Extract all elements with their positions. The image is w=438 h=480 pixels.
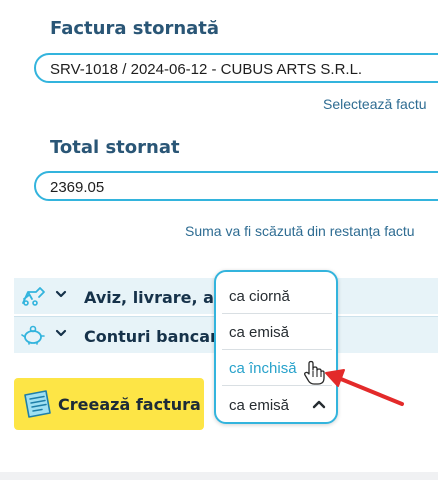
status-dropdown-menu[interactable]: ca ciornă ca emisă ca închisă ca emisă [214, 270, 338, 424]
invoice-section-title: Factura stornată [50, 18, 220, 39]
invoice-icon [24, 390, 51, 418]
invoice-hint: Selectează factu [323, 96, 427, 112]
create-invoice-label: Creează factura [58, 395, 201, 414]
invoice-select-value: SRV-1018 / 2024-06-12 - CUBUS ARTS S.R.L… [50, 61, 363, 78]
invoice-select-field[interactable]: SRV-1018 / 2024-06-12 - CUBUS ARTS S.R.L… [34, 53, 438, 83]
status-option-closed-label: ca închisă [229, 360, 297, 377]
section-label-bank-accounts: Conturi bancare [84, 327, 229, 346]
red-arrow-annotation-icon [325, 369, 404, 406]
status-option-draft[interactable]: ca ciornă [222, 278, 332, 314]
chevron-down-icon[interactable] [54, 326, 68, 340]
status-select-current[interactable]: ca emisă [222, 388, 332, 420]
status-option-issued[interactable]: ca emisă [222, 314, 332, 350]
create-invoice-button[interactable]: Creează factura [14, 378, 204, 430]
status-selected-value: ca emisă [229, 397, 290, 414]
total-input-field[interactable]: 2369.05 [34, 171, 438, 201]
status-option-issued-label: ca emisă [229, 324, 290, 341]
chevron-down-icon[interactable] [54, 287, 68, 301]
piggy-bank-icon [21, 325, 45, 345]
status-option-draft-label: ca ciornă [229, 288, 290, 305]
total-section-title: Total stornat [50, 137, 180, 158]
total-input-value: 2369.05 [50, 179, 105, 196]
section-label-delivery: Aviz, livrare, ava [84, 288, 236, 307]
delivery-truck-icon [22, 287, 45, 306]
total-hint: Suma va fi scăzută din restanța factu [185, 223, 415, 239]
invoice-form-panel: Factura stornată SRV-1018 / 2024-06-12 -… [0, 0, 438, 472]
